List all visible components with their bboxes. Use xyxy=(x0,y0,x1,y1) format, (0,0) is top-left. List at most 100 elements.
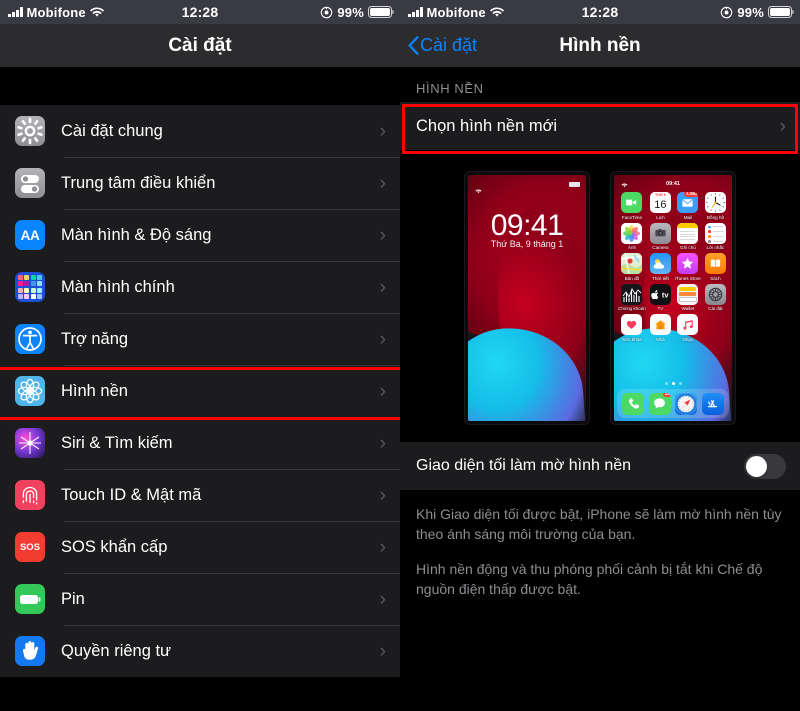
page-dot[interactable] xyxy=(664,382,668,385)
home-screen-app[interactable]: Thời tiết xyxy=(648,253,673,281)
chevron-right-icon: › xyxy=(379,172,386,194)
dual-screenshot-container: Mobifone 12:28 99% Cài đặt Cài đặt chung… xyxy=(0,0,800,711)
display-brightness-icon: AA xyxy=(15,220,45,250)
home-screen-app[interactable]: Đồng hồ xyxy=(703,192,728,220)
chevron-right-icon: › xyxy=(379,588,386,610)
sidebar-item-3[interactable]: AA Màn hình & Độ sáng › xyxy=(0,209,400,261)
sidebar-item-7[interactable]: Siri & Tìm kiếm › xyxy=(0,417,400,469)
sidebar-item-label: Trợ năng xyxy=(61,329,129,348)
page-dot[interactable] xyxy=(678,382,682,385)
camera-icon xyxy=(649,222,671,244)
sidebar-item-label: Cài đặt chung xyxy=(61,121,163,140)
home-screen-app[interactable]: Camera xyxy=(648,222,673,250)
facetime-icon xyxy=(621,192,643,213)
home-screen-app[interactable]: Chứng khoán xyxy=(618,283,646,311)
status-bar-right: Mobifone 12:28 99% xyxy=(400,0,800,24)
home-screen-app[interactable]: tv TV xyxy=(648,283,673,311)
sidebar-item-1[interactable]: Cài đặt chung › xyxy=(0,105,400,157)
home-screen-app[interactable]: Ảnh xyxy=(618,222,646,250)
photos-icon xyxy=(621,222,643,244)
home-screen-app[interactable]: 1.562 Mail xyxy=(675,192,701,220)
app-badge: 22 xyxy=(662,392,671,398)
dock-app[interactable]: 22 xyxy=(648,392,671,415)
home-screen-app-label: Nhạc xyxy=(682,336,694,342)
wallpaper-icon xyxy=(15,376,45,406)
app-store-icon xyxy=(701,392,724,415)
home-screen-app[interactable]: FaceTime xyxy=(618,192,646,220)
wallpaper-footer-text: Khi Giao diện tối được bật, iPhone sẽ là… xyxy=(400,490,800,600)
home-screen-app[interactable]: Cài đặt xyxy=(703,283,728,311)
dock-app[interactable] xyxy=(675,392,698,415)
battery-icon xyxy=(15,584,45,614)
dark-appearance-toggle[interactable] xyxy=(744,453,786,479)
sidebar-item-8[interactable]: Touch ID & Mật mã › xyxy=(0,469,400,521)
chevron-right-icon: › xyxy=(379,536,386,558)
back-button[interactable]: Cài đặt xyxy=(400,35,477,56)
chevron-right-icon: › xyxy=(379,328,386,350)
home-screen-preview[interactable]: 09:41 FaceTime THỨ 6 16 Lịch 1.562 Mail Đồng h… xyxy=(611,172,735,424)
home-screen-app-label: Wallet xyxy=(681,306,695,311)
settings-gear-icon xyxy=(704,283,726,305)
home-screen-app-label: iTunes Store xyxy=(674,275,701,281)
sidebar-item-label: Hình nền xyxy=(61,381,128,400)
lock-screen-preview[interactable]: 09:41 Thứ Ba, 9 tháng 1 xyxy=(465,172,589,424)
sidebar-item-6[interactable]: Hình nền › xyxy=(0,365,400,417)
sidebar-item-5[interactable]: Trợ năng › xyxy=(0,313,400,365)
choose-new-wallpaper-row[interactable]: Chọn hình nền mới › xyxy=(400,102,800,150)
home-screen-app-label: Camera xyxy=(652,245,669,250)
home-screen-app[interactable]: Bản đồ xyxy=(618,253,646,281)
home-screen-app[interactable]: iTunes Store xyxy=(675,253,701,281)
home-screen-app-grid: FaceTime THỨ 6 16 Lịch 1.562 Mail Đồng hồ Ảnh Ca… xyxy=(618,192,728,342)
lock-screen-date: Thứ Ba, 9 tháng 1 xyxy=(490,239,564,249)
right-pane-wallpaper: Mobifone 12:28 99% Cài đặt Hình nền HÌNH… xyxy=(400,0,800,711)
dock-app[interactable] xyxy=(701,392,724,415)
chevron-right-icon: › xyxy=(379,640,386,662)
home-screen-app[interactable]: Nhà xyxy=(648,314,673,342)
home-screen-app[interactable]: Nhạc xyxy=(675,314,701,342)
page-indicator-dots xyxy=(614,382,732,385)
home-screen-app[interactable]: Wallet xyxy=(675,283,701,311)
sidebar-item-label: SOS khẩn cấp xyxy=(61,537,168,556)
nav-bar-left: Cài đặt xyxy=(0,24,400,67)
page-dot[interactable] xyxy=(671,382,675,385)
wifi-icon xyxy=(474,181,482,193)
home-screen-app-label: Lịch xyxy=(656,214,665,220)
home-screen-app[interactable]: Sức khỏe xyxy=(618,314,646,342)
sidebar-item-label: Màn hình chính xyxy=(61,277,175,296)
privacy-hand-icon xyxy=(15,636,45,666)
chevron-right-icon: › xyxy=(379,120,386,142)
home-screen-app[interactable]: Lời nhắc xyxy=(703,222,728,250)
svg-text:tv: tv xyxy=(662,290,669,299)
sidebar-item-4[interactable]: Màn hình chính › xyxy=(0,261,400,313)
settings-list: Cài đặt chung › Trung tâm điều khiển › AA Màn… xyxy=(0,105,400,677)
apple-tv-icon: tv xyxy=(649,283,671,305)
footer-paragraph-2: Hình nền động và thu phóng phối cảnh bị … xyxy=(416,560,763,597)
home-screen-app[interactable]: Ghi chú xyxy=(675,222,701,250)
app-badge: 1.562 xyxy=(684,192,699,197)
sidebar-item-9[interactable]: SOS SOS khẩn cấp › xyxy=(0,521,400,573)
health-icon xyxy=(621,314,643,335)
home-app-icon xyxy=(649,314,671,335)
dock-app[interactable] xyxy=(622,392,645,415)
reminders-icon xyxy=(704,222,726,244)
sidebar-item-2[interactable]: Trung tâm điều khiển › xyxy=(0,157,400,209)
choose-new-wallpaper-label: Chọn hình nền mới xyxy=(416,116,558,135)
home-screen-app[interactable]: Sách xyxy=(703,253,728,281)
chevron-right-icon: › xyxy=(379,276,386,298)
sidebar-item-label: Quyền riêng tư xyxy=(61,641,172,660)
home-screen-app-label: Nhà xyxy=(656,336,665,342)
home-screen-app-label: Bản đồ xyxy=(624,275,640,281)
preview-status-bar-home: 09:41 xyxy=(614,179,732,188)
home-screen-dock: 22 xyxy=(617,389,729,418)
battery-full-icon xyxy=(569,181,580,187)
notes-icon xyxy=(677,222,699,244)
sidebar-item-10[interactable]: Pin › xyxy=(0,573,400,625)
status-bar-right-group: 99% xyxy=(320,5,395,20)
footer-paragraph-1: Khi Giao diện tối được bật, iPhone sẽ là… xyxy=(416,506,782,543)
home-screen-app-label: FaceTime xyxy=(621,214,643,220)
dark-appearance-dim-row[interactable]: Giao diện tối làm mờ hình nền xyxy=(400,442,800,490)
sidebar-item-11[interactable]: Quyền riêng tư › xyxy=(0,625,400,677)
home-screen-app[interactable]: THỨ 6 16 Lịch xyxy=(648,192,673,220)
home-screen-app-label: Ghi chú xyxy=(680,245,696,250)
preview-status-bar xyxy=(468,179,586,193)
